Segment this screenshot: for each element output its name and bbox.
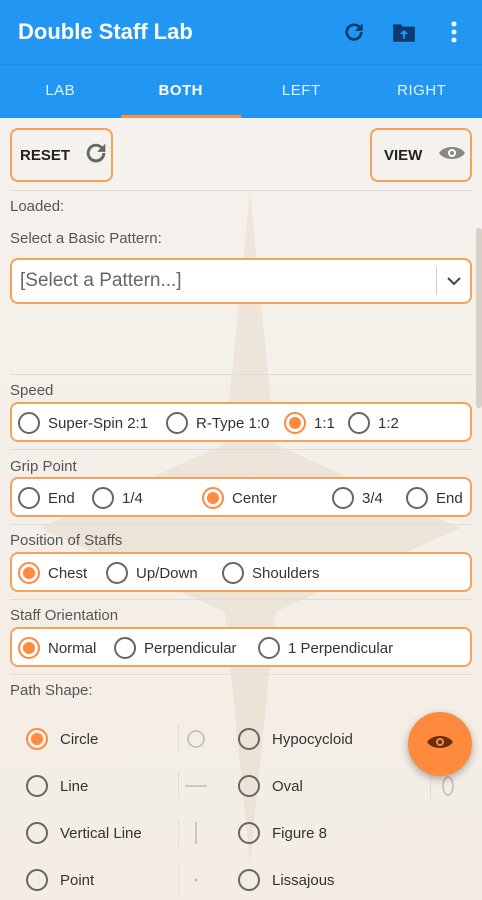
- radio-button: [106, 562, 128, 584]
- speed-group: Super-Spin 2:1 R-Type 1:0 1:1 1:2: [10, 402, 472, 442]
- radio-button: [222, 562, 244, 584]
- path-shape-label: Path Shape:: [10, 682, 93, 699]
- reset-label: RESET: [20, 146, 71, 164]
- speed-option-r-type[interactable]: R-Type 1:0: [166, 412, 269, 434]
- oval-shape-icon: [430, 772, 464, 800]
- grip-option-center[interactable]: Center: [202, 487, 277, 509]
- radio-button: [238, 775, 260, 797]
- view-fab-button[interactable]: [408, 712, 472, 776]
- radio-button: [18, 412, 40, 434]
- loaded-label: Loaded:: [10, 198, 65, 215]
- circle-shape-icon: [178, 725, 212, 753]
- radio-button: [166, 412, 188, 434]
- path-option-lissajous[interactable]: Lissajous: [238, 869, 335, 891]
- reset-button[interactable]: RESET: [10, 128, 113, 182]
- main-content: RESET VIEW Loaded: Select a Basic Patter…: [0, 118, 482, 900]
- app-title: Double Staff Lab: [18, 19, 193, 44]
- tab-right[interactable]: RIGHT: [362, 65, 482, 118]
- radio-button: [92, 487, 114, 509]
- position-group: Chest Up/Down Shoulders: [10, 552, 472, 592]
- pattern-label: Select a Basic Pattern:: [10, 230, 162, 247]
- orientation-group: Normal Perpendicular 1 Perpendicular: [10, 627, 472, 667]
- divider: [10, 674, 472, 675]
- divider: [10, 449, 472, 450]
- divider: [10, 524, 472, 525]
- radio-button: [26, 822, 48, 844]
- grip-option-end[interactable]: End: [18, 487, 75, 509]
- refresh-icon: [82, 139, 110, 171]
- point-shape-icon: [178, 866, 212, 894]
- path-option-hypocycloid[interactable]: Hypocycloid: [238, 728, 353, 750]
- position-label: Position of Staffs: [10, 532, 123, 549]
- radio-button: [284, 412, 306, 434]
- more-vert-icon[interactable]: [440, 18, 468, 46]
- radio-button: [114, 637, 136, 659]
- path-option-line[interactable]: Line: [26, 775, 88, 797]
- path-option-circle[interactable]: Circle: [26, 728, 98, 750]
- radio-button: [18, 487, 40, 509]
- grip-option-three-quarter[interactable]: 3/4: [332, 487, 383, 509]
- divider: [10, 190, 472, 191]
- grip-group: End 1/4 Center 3/4 End: [10, 477, 472, 517]
- position-option-up-down[interactable]: Up/Down: [106, 562, 198, 584]
- view-button[interactable]: VIEW: [370, 128, 472, 182]
- radio-button: [348, 412, 370, 434]
- grip-option-end-2[interactable]: End: [406, 487, 463, 509]
- radio-button: [238, 869, 260, 891]
- path-option-point[interactable]: Point: [26, 869, 94, 891]
- path-option-figure-8[interactable]: Figure 8: [238, 822, 327, 844]
- orientation-option-perpendicular[interactable]: Perpendicular: [114, 637, 237, 659]
- divider: [10, 599, 472, 600]
- eye-icon: [426, 733, 454, 756]
- speed-label: Speed: [10, 382, 54, 399]
- divider: [10, 374, 472, 375]
- radio-button: [238, 728, 260, 750]
- app-bar: Double Staff Lab: [0, 0, 482, 64]
- view-label: VIEW: [384, 146, 423, 164]
- position-option-shoulders[interactable]: Shoulders: [222, 562, 320, 584]
- speed-option-1-1[interactable]: 1:1: [284, 412, 335, 434]
- radio-button: [238, 822, 260, 844]
- speed-option-1-2[interactable]: 1:2: [348, 412, 399, 434]
- speed-option-super-spin[interactable]: Super-Spin 2:1: [18, 412, 148, 434]
- radio-button: [18, 562, 40, 584]
- grip-label: Grip Point: [10, 458, 77, 475]
- chevron-down-icon: [436, 267, 470, 295]
- vertical-line-shape-icon: [178, 819, 212, 847]
- pattern-select-value: [Select a Pattern...]: [20, 270, 182, 291]
- grip-option-quarter[interactable]: 1/4: [92, 487, 143, 509]
- tab-both[interactable]: BOTH: [120, 65, 241, 118]
- radio-button: [406, 487, 428, 509]
- orientation-option-normal[interactable]: Normal: [18, 637, 96, 659]
- folder-upload-icon[interactable]: [390, 18, 418, 46]
- radio-button: [258, 637, 280, 659]
- orientation-label: Staff Orientation: [10, 607, 119, 624]
- eye-icon: [438, 144, 466, 166]
- orientation-option-1-perpendicular[interactable]: 1 Perpendicular: [258, 637, 393, 659]
- scrollbar[interactable]: [476, 228, 482, 408]
- radio-button: [26, 728, 48, 750]
- tab-left[interactable]: LEFT: [241, 65, 362, 118]
- path-option-oval[interactable]: Oval: [238, 775, 303, 797]
- pattern-select[interactable]: [Select a Pattern...]: [10, 258, 472, 304]
- refresh-icon[interactable]: [340, 18, 368, 46]
- radio-button: [26, 869, 48, 891]
- radio-button: [18, 637, 40, 659]
- path-option-vertical-line[interactable]: Vertical Line: [26, 822, 142, 844]
- radio-button: [202, 487, 224, 509]
- tab-bar: LAB BOTH LEFT RIGHT: [0, 64, 482, 118]
- tab-lab[interactable]: LAB: [0, 65, 121, 118]
- position-option-chest[interactable]: Chest: [18, 562, 87, 584]
- radio-button: [26, 775, 48, 797]
- radio-button: [332, 487, 354, 509]
- line-shape-icon: [178, 772, 212, 800]
